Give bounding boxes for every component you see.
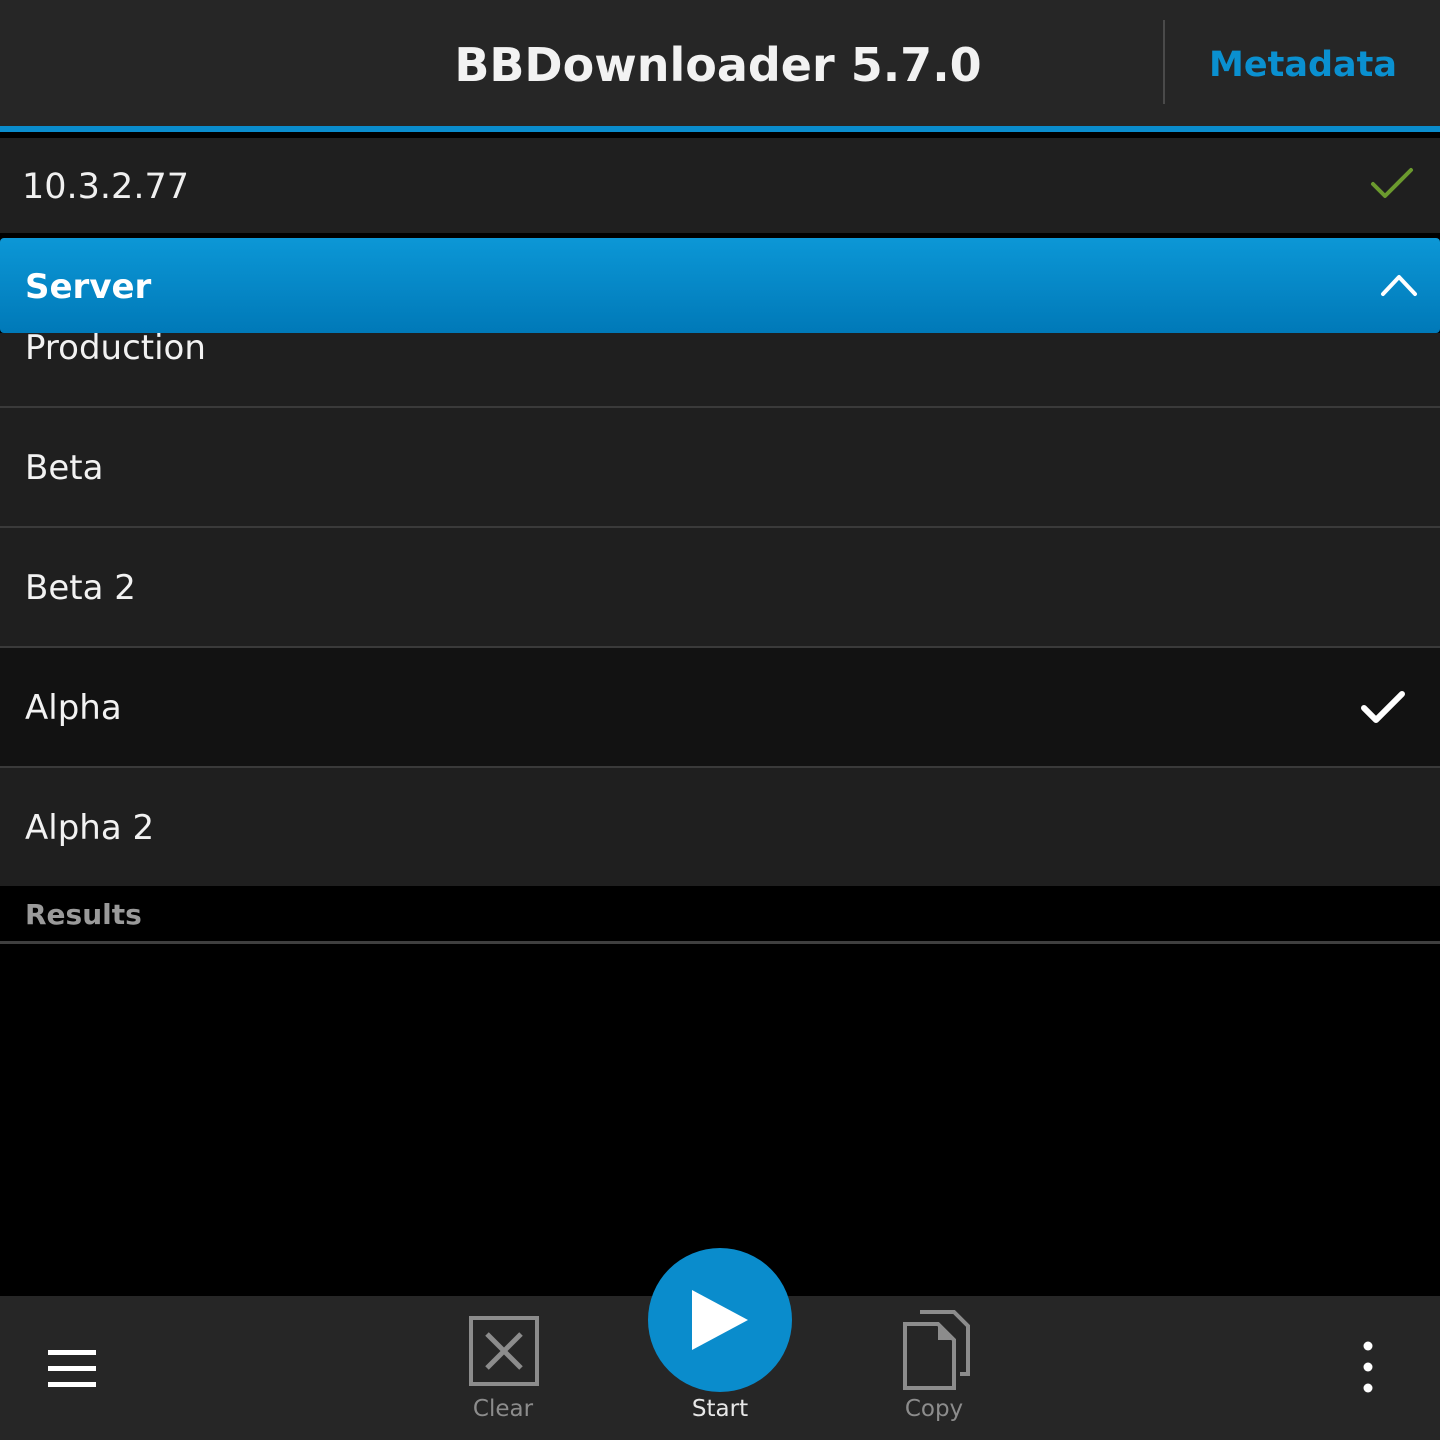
chevron-up-icon[interactable] (1380, 272, 1418, 298)
copy-label: Copy (904, 1396, 964, 1422)
title-divider (1163, 20, 1165, 104)
results-header: Results (25, 898, 142, 931)
option-beta-2[interactable]: Beta 2 (0, 528, 1440, 648)
version-field[interactable]: 10.3.2.77 (0, 138, 1440, 233)
app-root: BBDownloader 5.7.0 Metadata 10.3.2.77 Se… (0, 0, 1440, 1440)
option-label: Beta 2 (25, 568, 136, 608)
title-accent-line (0, 126, 1440, 132)
more-vertical-icon[interactable] (1348, 1336, 1388, 1400)
option-label: Beta (25, 448, 104, 488)
clear-label: Clear (472, 1396, 534, 1422)
metadata-button[interactable]: Metadata (1166, 0, 1440, 130)
play-icon (692, 1290, 748, 1350)
server-dropdown-label: Server (25, 267, 152, 307)
option-label: Alpha 2 (25, 808, 155, 848)
copy-icon (903, 1310, 970, 1390)
server-options-list: Production Beta Beta 2 Alpha Alpha 2 (0, 333, 1440, 886)
option-alpha-2[interactable]: Alpha 2 (0, 768, 1440, 886)
start-button[interactable]: Start (648, 1248, 792, 1440)
option-label: Production (25, 333, 206, 368)
results-area (0, 944, 1440, 1296)
version-value: 10.3.2.77 (22, 167, 189, 207)
clear-button[interactable]: Clear (433, 1296, 573, 1440)
option-label: Alpha (25, 688, 122, 728)
close-box-icon (469, 1316, 539, 1386)
hamburger-icon[interactable] (40, 1344, 104, 1396)
option-production[interactable]: Production (0, 333, 1440, 408)
start-label: Start (691, 1396, 749, 1422)
check-icon (1361, 691, 1405, 723)
option-beta[interactable]: Beta (0, 408, 1440, 528)
copy-button[interactable]: Copy (864, 1296, 1004, 1440)
server-dropdown-header[interactable]: Server (0, 238, 1440, 333)
option-alpha[interactable]: Alpha (0, 648, 1440, 768)
check-icon (1371, 168, 1413, 198)
